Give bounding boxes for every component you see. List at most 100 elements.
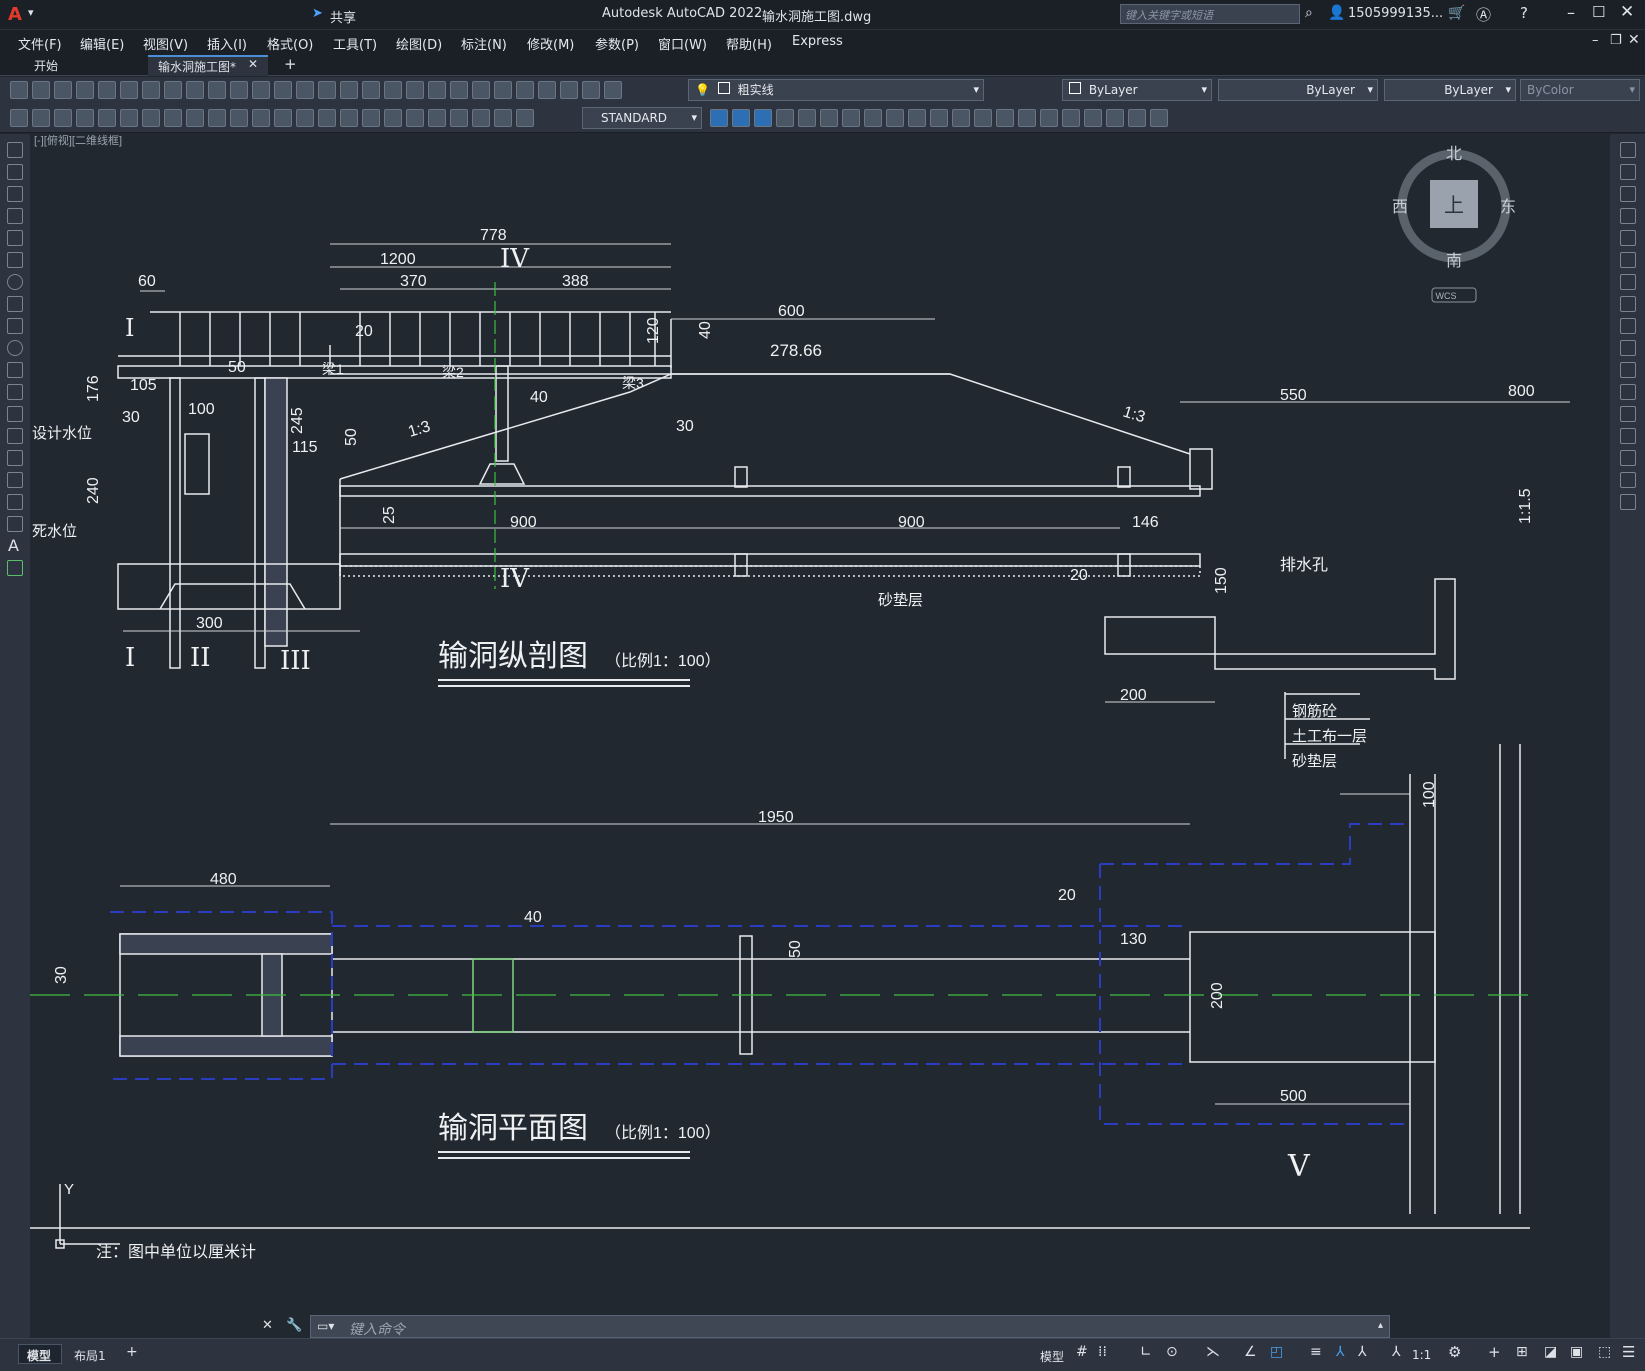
customize-command-icon[interactable]: 🔧 [286,1318,302,1333]
revision-cloud-icon[interactable] [7,296,23,312]
scale-icon[interactable] [1620,296,1636,312]
tab-layout1[interactable]: 布局1 [74,1347,106,1364]
search-input[interactable]: 键入关键字或短语 [1120,4,1300,24]
object-snap-icon[interactable]: ◰ [1270,1344,1283,1360]
maximize-icon[interactable]: ☐ [1592,3,1605,21]
menu-parametric[interactable]: 参数(P) [595,34,639,53]
mirror-icon[interactable] [1620,186,1636,202]
add-layout-button[interactable]: + [126,1344,138,1360]
line-tool-icon[interactable] [7,142,23,158]
clean-screen-icon[interactable]: ⬚ [1598,1344,1611,1360]
array-icon[interactable] [1620,230,1636,246]
new-tab-button[interactable]: + [284,55,297,73]
construction-line-icon[interactable] [7,164,23,180]
ellipse-icon[interactable] [7,340,23,356]
tab-start[interactable]: 开始 [14,55,144,75]
snap-icon[interactable]: ⁞⁞ [1098,1344,1107,1360]
tab-close-icon[interactable]: ✕ [248,57,258,71]
rotate-icon[interactable] [1620,274,1636,290]
model-space-button[interactable]: 模型 [1040,1348,1064,1365]
menu-view[interactable]: 视图(V) [143,34,188,53]
polygon-icon[interactable] [7,208,23,224]
drawing-canvas[interactable]: [-][俯视][二维线框] 上 北 南 东 西 WCS 输洞纵剖图 （比例1：1… [30,134,1610,1334]
region-icon[interactable] [7,494,23,510]
menu-modify[interactable]: 修改(M) [527,34,574,53]
search-icon[interactable]: ⌕ [1305,5,1313,21]
menu-format[interactable]: 格式(O) [267,34,313,53]
gradient-icon[interactable] [7,472,23,488]
graphics-performance-icon[interactable]: ▣ [1570,1344,1583,1360]
minimize-icon[interactable]: – [1567,3,1575,22]
standard-tool-buttons[interactable] [8,77,678,105]
offset-icon[interactable] [1620,208,1636,224]
layer-tools[interactable] [990,83,1050,99]
erase-icon[interactable] [1620,142,1636,158]
circle-icon[interactable] [7,274,23,290]
annotation-visibility-icon[interactable]: ⅄ [1336,1344,1345,1360]
workspace-gear-icon[interactable]: ⚙ [1448,1343,1461,1361]
multiline-text-icon[interactable]: A [8,536,19,555]
polar-icon[interactable]: ⊙ [1166,1344,1178,1360]
blend-curves-icon[interactable] [1620,472,1636,488]
help-icon[interactable]: ? [1520,4,1528,22]
doc-minimize-icon[interactable]: – [1592,33,1599,48]
chamfer-icon[interactable] [1620,428,1636,444]
close-command-icon[interactable]: ✕ [262,1318,273,1333]
doc-restore-icon[interactable]: ❐ [1610,33,1622,48]
quick-properties-icon[interactable]: ◪ [1544,1344,1557,1360]
viewcube[interactable]: 上 北 南 东 西 WCS [1392,145,1516,303]
extend-icon[interactable] [1620,362,1636,378]
arc-icon[interactable] [7,252,23,268]
ellipse-arc-icon[interactable] [7,362,23,378]
menu-draw[interactable]: 绘图(D) [396,34,442,53]
customization-menu-icon[interactable]: ☰ [1622,1343,1635,1361]
point-icon[interactable] [7,428,23,444]
command-input[interactable]: 键入命令 [349,1319,405,1339]
break-icon[interactable] [1620,384,1636,400]
spline-icon[interactable] [7,318,23,334]
viewport-label[interactable]: [-][俯视][二维线框] [34,134,122,147]
dimension-tool-buttons[interactable] [8,105,578,133]
stretch-icon[interactable] [1620,318,1636,334]
units-icon[interactable]: ⊞ [1516,1344,1528,1360]
user-icon[interactable]: 👤 [1328,5,1345,21]
make-block-icon[interactable] [7,406,23,422]
tab-drawing[interactable]: 输水洞施工图* ✕ [148,55,268,76]
viewcube-wcs[interactable]: WCS [1436,291,1457,301]
menu-dimension[interactable]: 标注(N) [461,34,507,53]
polyline-icon[interactable] [7,186,23,202]
app-menu-chevron-icon[interactable]: ▾ [28,6,34,19]
insert-block-icon[interactable] [7,384,23,400]
share-label[interactable]: 共享 [330,7,356,26]
move-icon[interactable] [1620,252,1636,268]
hatch-icon[interactable] [7,450,23,466]
share-icon[interactable]: ➤ [312,6,323,21]
color-dropdown[interactable]: ByLayer [1062,79,1212,101]
doc-close-icon[interactable]: ✕ [1628,32,1640,48]
trim-icon[interactable] [1620,340,1636,356]
add-selected-icon[interactable] [7,560,23,576]
menu-express[interactable]: Express [792,34,843,49]
menu-help[interactable]: 帮助(H) [726,34,772,53]
cart-icon[interactable]: 🛒 [1448,5,1465,21]
menu-edit[interactable]: 编辑(E) [80,34,124,53]
autocad-logo-icon[interactable]: A [8,4,22,25]
lineweight-icon[interactable]: ≡ [1310,1344,1322,1360]
linetype-dropdown[interactable]: ByLayer [1218,79,1378,101]
user-label[interactable]: 1505999135... [1348,6,1443,21]
auto-scale-icon[interactable]: ⅄ [1358,1344,1367,1360]
command-expand-icon[interactable]: ▴ [1378,1320,1383,1331]
lineweight-dropdown[interactable]: ByLayer [1384,79,1516,101]
explode-icon[interactable] [1620,494,1636,510]
grid-icon[interactable]: # [1076,1344,1088,1360]
command-history-icon[interactable]: ▭▾ [317,1319,334,1333]
object-snap-tracking-icon[interactable]: ∠ [1244,1344,1257,1360]
menu-file[interactable]: 文件(F) [18,34,62,53]
text-style-dropdown[interactable]: STANDARD [582,107,702,129]
modify-tool-buttons[interactable] [708,105,1228,133]
annotation-monitor-icon[interactable]: + [1488,1343,1501,1361]
command-line[interactable]: ▭▾ 键入命令 ▴ [310,1315,1390,1338]
close-icon[interactable]: ✕ [1620,2,1634,22]
fillet-icon[interactable] [1620,450,1636,466]
menu-insert[interactable]: 插入(I) [207,34,247,53]
